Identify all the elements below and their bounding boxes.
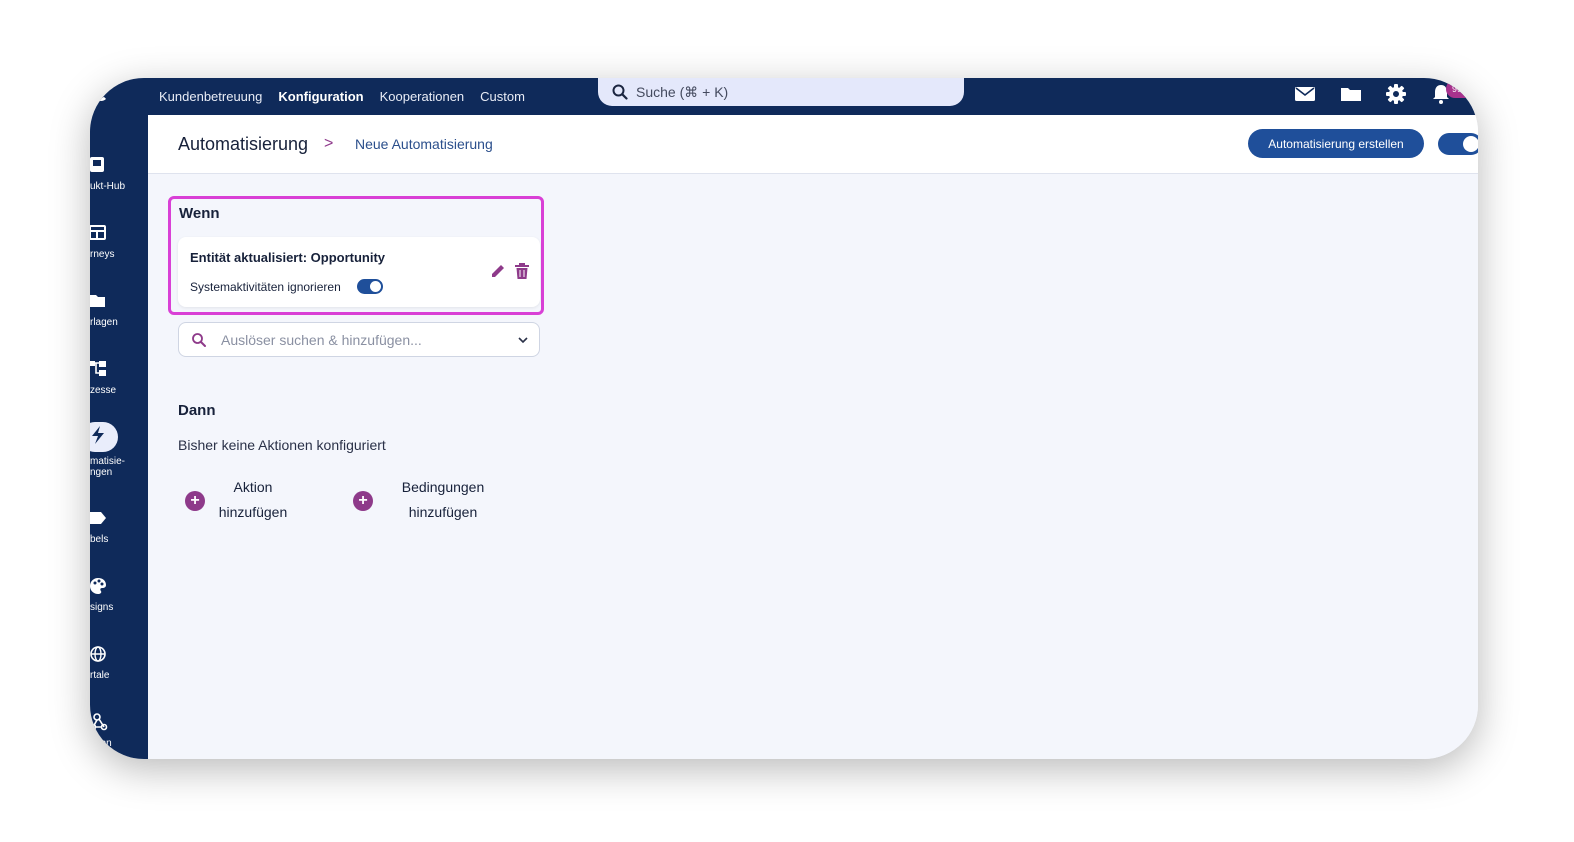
- trigger-title: Entität aktualisiert: Opportunity: [190, 250, 386, 265]
- add-condition-label-line1: Bedingungen: [401, 479, 485, 495]
- toggle-knob: [370, 281, 381, 292]
- folder-icon: [90, 295, 105, 307]
- add-action-label-line1: Aktion: [233, 479, 273, 495]
- trigger-card[interactable]: Entität aktualisiert: Opportunity System…: [178, 237, 540, 307]
- trigger-section: Wenn Entität aktualisiert: Opportunity S…: [168, 196, 544, 315]
- webhook-icon: [90, 713, 108, 731]
- layout-icon: [90, 225, 106, 240]
- top-nav: Kundenbetreuung Konfiguration Kooperatio…: [159, 78, 525, 115]
- global-search[interactable]: Suche (⌘ + K): [598, 78, 964, 106]
- globe-icon: [90, 646, 106, 662]
- section-title-dann: Dann: [178, 402, 216, 419]
- add-action-label-line2: hinzufügen: [218, 504, 288, 520]
- breadcrumb-chevron-icon: >: [324, 135, 334, 152]
- section-title-wenn: Wenn: [179, 205, 220, 222]
- process-icon: [90, 361, 106, 376]
- sidebar-item-label: matisie-ngen: [90, 456, 126, 478]
- palette-icon: [90, 578, 106, 594]
- add-condition-label-line2: hinzufügen: [408, 504, 478, 520]
- mail-icon[interactable]: [1294, 83, 1316, 105]
- trash-icon[interactable]: [515, 263, 529, 279]
- nav-item-konfiguration[interactable]: Konfiguration: [278, 89, 363, 104]
- trigger-search-placeholder: Auslöser suchen & hinzufügen...: [221, 332, 422, 348]
- sidebar-item-label: rtale: [90, 670, 110, 681]
- breadcrumb-current: Neue Automatisierung: [355, 136, 493, 152]
- sidebar-item-label: signs: [90, 602, 114, 613]
- search-placeholder: Suche (⌘ + K): [636, 83, 729, 100]
- add-condition-label: Bedingungen hinzufügen: [383, 475, 503, 525]
- create-automation-button[interactable]: Automatisierung erstellen: [1248, 129, 1424, 158]
- add-action-button[interactable]: + Aktion hinzufügen: [185, 475, 305, 527]
- active-toggle[interactable]: [1438, 133, 1478, 155]
- ignore-system-activities-label: Systemaktivitäten ignorieren: [190, 280, 341, 294]
- sidebar-item-label: zesse: [90, 385, 117, 396]
- sidebar: ukt-Hub rneys rlagen zesse matisie- ngen…: [90, 115, 148, 759]
- sidebar-item-label: rlagen: [90, 317, 118, 328]
- sidebar-item-label: bels: [90, 534, 109, 545]
- add-action-label: Aktion hinzufügen: [215, 475, 291, 525]
- empty-actions-text: Bisher keine Aktionen konfiguriert: [178, 437, 386, 453]
- page-header: Automatisierung > Neue Automatisierung A…: [148, 115, 1478, 174]
- sidebar-item-label: rneys: [90, 249, 115, 260]
- chevron-down-icon: [518, 337, 528, 344]
- logo-icon[interactable]: [94, 87, 108, 101]
- nav-item-kooperationen[interactable]: Kooperationen: [380, 89, 465, 104]
- book-icon: [90, 157, 104, 172]
- pencil-icon[interactable]: [490, 263, 506, 279]
- folder-icon[interactable]: [1340, 83, 1362, 105]
- breadcrumb-root[interactable]: Automatisierung: [178, 134, 308, 155]
- main-content: Automatisierung > Neue Automatisierung A…: [148, 115, 1478, 759]
- tag-icon: [90, 512, 106, 524]
- app-window: Kundenbetreuung Konfiguration Kooperatio…: [90, 78, 1478, 759]
- sidebar-item-label: ation: [90, 738, 112, 749]
- notification-badge: 99: [1446, 80, 1476, 98]
- plus-icon: +: [185, 491, 205, 511]
- plus-icon: +: [353, 491, 373, 511]
- nav-item-kundenbetreuung[interactable]: Kundenbetreuung: [159, 89, 262, 104]
- ignore-system-activities-toggle[interactable]: [357, 279, 383, 294]
- nav-item-custom[interactable]: Custom: [480, 89, 525, 104]
- toggle-knob: [1463, 136, 1478, 152]
- gear-icon[interactable]: [1385, 83, 1407, 105]
- add-condition-button[interactable]: + Bedingungen hinzufügen: [353, 475, 513, 527]
- sidebar-item-label: ukt-Hub: [90, 181, 126, 192]
- search-icon: [192, 333, 206, 347]
- trigger-search-dropdown[interactable]: Auslöser suchen & hinzufügen...: [178, 322, 540, 357]
- search-icon: [612, 84, 628, 100]
- lightning-icon: [92, 426, 104, 444]
- top-navbar: Kundenbetreuung Konfiguration Kooperatio…: [90, 78, 1478, 115]
